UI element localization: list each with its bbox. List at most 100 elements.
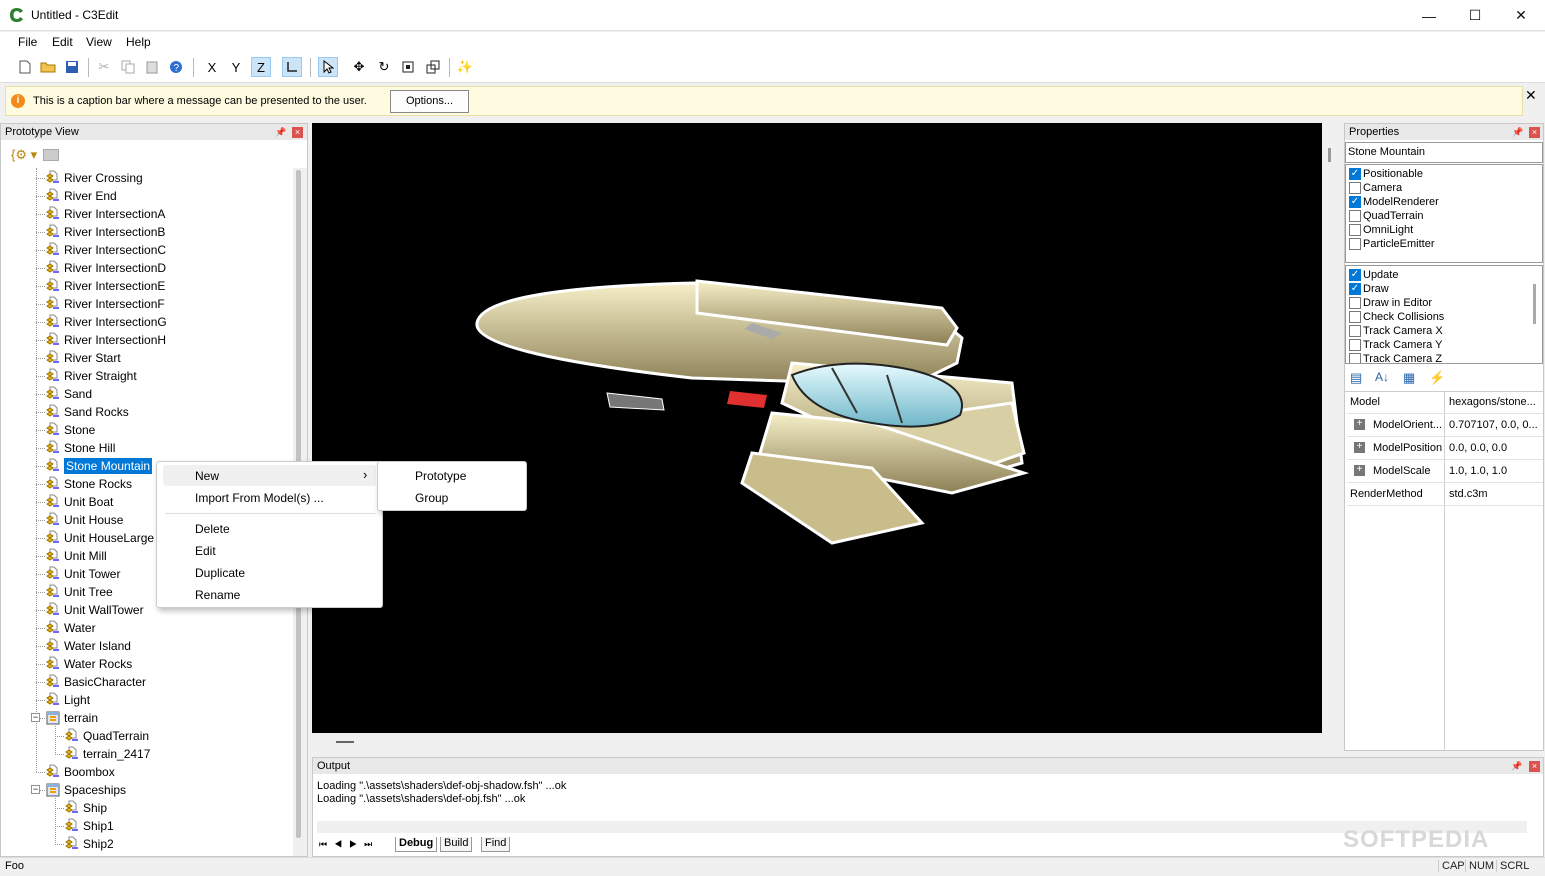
tree-item[interactable]: Unit House (45, 511, 123, 529)
checkbox[interactable] (1349, 238, 1361, 250)
scale-uniform-icon[interactable] (423, 57, 443, 77)
3d-viewport[interactable] (312, 123, 1322, 733)
property-value[interactable]: 0.0, 0.0, 0.0 (1449, 442, 1541, 454)
tree-group[interactable]: Spaceships (45, 781, 126, 799)
menu-item-new[interactable]: New › (163, 465, 376, 486)
tree-item[interactable]: Light (45, 691, 90, 709)
tree-item[interactable]: River IntersectionG (45, 313, 167, 331)
maximize-button[interactable]: ☐ (1452, 0, 1498, 31)
tree-item[interactable]: Unit HouseLarge (45, 529, 154, 547)
copy-icon[interactable] (118, 57, 138, 77)
object-name-field[interactable]: Stone Mountain (1345, 142, 1543, 163)
help-icon[interactable]: ? (166, 57, 186, 77)
tree-item[interactable]: Unit Boat (45, 493, 113, 511)
checkbox-item[interactable]: Track Camera Y (1349, 338, 1442, 352)
checkbox[interactable] (1349, 339, 1361, 351)
viewport-scrollbar-v[interactable] (1323, 123, 1339, 733)
sort-az-icon[interactable]: A↓ (1375, 370, 1389, 384)
property-value[interactable]: 1.0, 1.0, 1.0 (1449, 465, 1541, 477)
menu-item-edit[interactable]: Edit (163, 540, 376, 561)
expand-icon[interactable]: + (1354, 465, 1365, 476)
property-row[interactable]: RenderMethod std.c3m (1347, 483, 1543, 506)
select-arrow-icon[interactable] (318, 57, 338, 77)
checkbox-item[interactable]: OmniLight (1349, 223, 1413, 237)
pin-icon[interactable]: 📌 (1512, 127, 1523, 138)
checkbox[interactable] (1349, 311, 1361, 323)
checkbox[interactable] (1349, 224, 1361, 236)
checkbox[interactable] (1349, 297, 1361, 309)
tree-expander[interactable]: − (31, 785, 40, 794)
folder-icon[interactable] (43, 149, 59, 161)
viewport-scrollbar-thumb[interactable] (1328, 148, 1331, 162)
tab-build[interactable]: Build (440, 837, 473, 852)
expand-icon[interactable]: + (1354, 442, 1365, 453)
axis-y-button[interactable]: Y (226, 57, 246, 77)
pin-icon[interactable]: 📌 (1511, 761, 1522, 772)
caption-close-button[interactable]: ✕ (1525, 87, 1537, 104)
menu-item-prototype[interactable]: Prototype (382, 465, 522, 486)
checkbox[interactable]: ✓ (1349, 269, 1361, 281)
axis-z-button[interactable]: Z (251, 57, 271, 77)
tree-item[interactable]: Ship (64, 799, 107, 817)
panel-close-button[interactable]: × (1529, 761, 1540, 772)
pin-icon[interactable]: 📌 (275, 127, 286, 138)
tree-item[interactable]: Sand Rocks (45, 403, 129, 421)
panel-close-button[interactable]: × (1529, 127, 1540, 138)
tree-item[interactable]: Unit WallTower (45, 601, 144, 619)
viewport-scrollbar-h-thumb[interactable] (336, 741, 354, 743)
tree-item[interactable]: BasicCharacter (45, 673, 146, 691)
checkbox-item[interactable]: Draw in Editor (1349, 296, 1432, 310)
tree-item[interactable]: River Start (45, 349, 121, 367)
tree-item[interactable]: terrain_2417 (64, 745, 150, 763)
tree-expander[interactable]: − (31, 713, 40, 722)
paste-icon[interactable] (142, 57, 162, 77)
tab-find[interactable]: Find (481, 837, 511, 852)
local-axis-icon[interactable] (282, 57, 302, 77)
menu-file[interactable]: File (18, 35, 37, 49)
checkbox-item[interactable]: Track Camera X (1349, 324, 1443, 338)
checkbox[interactable]: ✓ (1349, 283, 1361, 295)
tree-item[interactable]: Ship1 (64, 817, 114, 835)
rotate-icon[interactable]: ↻ (374, 57, 394, 77)
tree-item[interactable]: Unit Tree (45, 583, 113, 601)
tree-item[interactable]: Boombox (45, 763, 115, 781)
expand-icon[interactable]: + (1354, 419, 1365, 430)
tree-item[interactable]: River Straight (45, 367, 137, 385)
move-icon[interactable]: ✥ (349, 57, 369, 77)
menu-item-group[interactable]: Group (382, 487, 522, 508)
menu-item-duplicate[interactable]: Duplicate (163, 562, 376, 583)
tree-item[interactable]: River IntersectionA (45, 205, 165, 223)
tree-item[interactable]: Stone Hill (45, 439, 115, 457)
tree-item[interactable]: River IntersectionF (45, 295, 165, 313)
checkbox[interactable]: ✓ (1349, 168, 1361, 180)
tree-item[interactable]: Unit Mill (45, 547, 107, 565)
tree-group[interactable]: terrain (45, 709, 98, 727)
options-button[interactable]: Options... (390, 90, 469, 113)
property-value[interactable]: 0.707107, 0.0, 0... (1449, 419, 1541, 431)
menu-edit[interactable]: Edit (52, 35, 73, 49)
menu-help[interactable]: Help (126, 35, 151, 49)
events-icon[interactable]: ⚡ (1429, 370, 1445, 386)
checkbox-item[interactable]: ✓ Update (1349, 268, 1398, 282)
tree-item[interactable]: Ship2 (64, 835, 114, 853)
tree-item[interactable]: Stone (45, 421, 95, 439)
new-file-icon[interactable] (15, 57, 35, 77)
tab-navigation-icons[interactable]: ⏮◀▶⏭ (319, 839, 379, 850)
categorized-icon[interactable]: ▤ (1350, 370, 1362, 386)
tree-item[interactable]: River IntersectionB (45, 223, 165, 241)
menu-item-delete[interactable]: Delete (163, 518, 376, 539)
checkbox-item[interactable]: ✓ ModelRenderer (1349, 195, 1439, 209)
menu-item-rename[interactable]: Rename (163, 584, 376, 605)
menu-view[interactable]: View (86, 35, 112, 49)
tree-item[interactable]: Stone Mountain (45, 457, 153, 475)
tree-item[interactable]: Water Rocks (45, 655, 132, 673)
scale-icon[interactable] (398, 57, 418, 77)
tree-item[interactable]: River IntersectionD (45, 259, 166, 277)
tree-item[interactable]: Water Island (45, 637, 131, 655)
checkbox-item[interactable]: ✓ Positionable (1349, 167, 1423, 181)
tree-item[interactable]: Water (45, 619, 96, 637)
tree-item[interactable]: River IntersectionH (45, 331, 166, 349)
property-row[interactable]: + ModelOrient... 0.707107, 0.0, 0... (1347, 414, 1543, 437)
checkbox-item[interactable]: Track Camera Z (1349, 352, 1442, 363)
checkbox[interactable]: ✓ (1349, 196, 1361, 208)
